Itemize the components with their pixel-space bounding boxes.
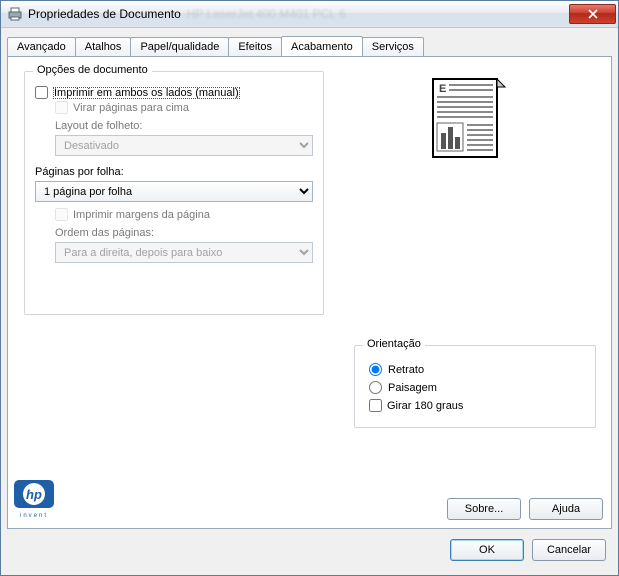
orientation-group: Orientação Retrato Paisagem Girar 180 gr… xyxy=(354,345,596,428)
help-button[interactable]: Ajuda xyxy=(529,498,603,520)
right-column: E xyxy=(354,71,595,428)
portrait-input[interactable] xyxy=(369,363,382,376)
landscape-label: Paisagem xyxy=(388,382,437,394)
tab-effects[interactable]: Efeitos xyxy=(228,37,282,56)
print-both-sides-checkbox[interactable]: Imprimir em ambos os lados (manual) xyxy=(35,86,313,99)
tab-finishing[interactable]: Acabamento xyxy=(281,36,363,56)
booklet-layout-select: Desativado xyxy=(55,135,313,156)
tab-panel: Opções de documento Imprimir em ambos os… xyxy=(7,56,612,529)
window-subtitle: HP LaserJet 400 M401 PCL 6 xyxy=(187,7,569,21)
landscape-radio[interactable]: Paisagem xyxy=(369,381,581,394)
panel-button-row: Sobre... Ajuda xyxy=(447,498,603,520)
ok-button[interactable]: OK xyxy=(450,539,524,561)
dialog-window: Propriedades de Documento HP LaserJet 40… xyxy=(0,0,619,576)
tab-shortcuts[interactable]: Atalhos xyxy=(75,37,132,56)
doc-options-legend: Opções de documento xyxy=(33,64,152,76)
client-area: Avançado Atalhos Papel/qualidade Efeitos… xyxy=(7,28,612,569)
print-borders-label: Imprimir margens da página xyxy=(73,209,210,221)
dialog-button-row: OK Cancelar xyxy=(450,539,606,561)
pages-per-sheet-select[interactable]: 1 página por folha xyxy=(35,181,313,202)
about-button[interactable]: Sobre... xyxy=(447,498,521,520)
svg-text:E: E xyxy=(439,83,446,95)
print-borders-checkbox: Imprimir margens da página xyxy=(55,208,313,221)
rotate-checkbox[interactable]: Girar 180 graus xyxy=(369,399,581,412)
orientation-legend: Orientação xyxy=(363,338,425,350)
print-borders-input xyxy=(55,208,68,221)
rotate-input[interactable] xyxy=(369,399,382,412)
rotate-label: Girar 180 graus xyxy=(387,400,463,412)
tab-paper[interactable]: Papel/qualidade xyxy=(130,37,229,56)
svg-text:hp: hp xyxy=(26,487,42,502)
title-bar: Propriedades de Documento HP LaserJet 40… xyxy=(1,1,618,28)
flip-pages-label: Virar páginas para cima xyxy=(73,102,189,114)
doc-options-group: Opções de documento Imprimir em ambos os… xyxy=(24,71,324,315)
page-order-label: Ordem das páginas: xyxy=(55,227,313,239)
close-button[interactable] xyxy=(569,4,616,24)
window-title: Propriedades de Documento xyxy=(28,7,181,21)
hp-logo-icon: hp invent xyxy=(14,480,70,520)
portrait-label: Retrato xyxy=(388,364,424,376)
flip-pages-input xyxy=(55,101,68,114)
print-both-sides-input[interactable] xyxy=(35,86,48,99)
portrait-radio[interactable]: Retrato xyxy=(369,363,581,376)
tab-strip: Avançado Atalhos Papel/qualidade Efeitos… xyxy=(7,34,612,56)
pages-per-sheet-label: Páginas por folha: xyxy=(35,166,313,178)
cancel-button[interactable]: Cancelar xyxy=(532,539,606,561)
print-both-sides-label: Imprimir em ambos os lados (manual) xyxy=(53,87,240,99)
svg-text:invent: invent xyxy=(20,513,48,519)
flip-pages-checkbox: Virar páginas para cima xyxy=(55,101,313,114)
printer-icon xyxy=(7,6,23,22)
tab-services[interactable]: Serviços xyxy=(362,37,424,56)
tab-advanced[interactable]: Avançado xyxy=(7,37,76,56)
page-order-select: Para a direita, depois para baixo xyxy=(55,242,313,263)
booklet-layout-label: Layout de folheto: xyxy=(55,120,313,132)
page-preview-icon: E xyxy=(427,75,522,165)
landscape-input[interactable] xyxy=(369,381,382,394)
left-column: Opções de documento Imprimir em ambos os… xyxy=(24,71,324,325)
